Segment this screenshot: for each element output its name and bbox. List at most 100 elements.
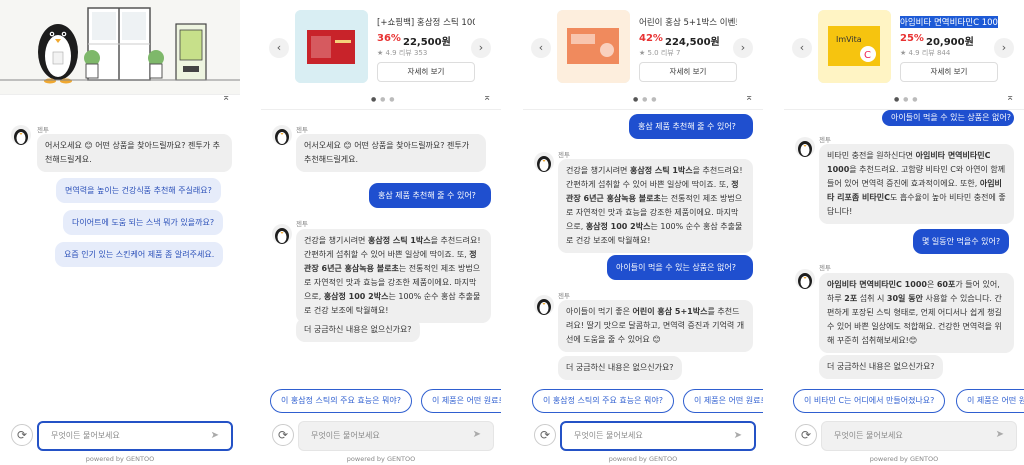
chip-question-2[interactable]: 이 제품은 어떤 원료로 만들어졌어?: [421, 389, 501, 413]
bot-name: 젠투: [296, 220, 308, 228]
bot-followup: 더 궁금하신 내용은 없으신가요?: [558, 356, 682, 380]
bot-avatar: [795, 137, 815, 157]
bot-answer-2: 아임비타 면역비타민C 1000은 60포가 들어 있어, 하루 2포 섭취 시…: [819, 273, 1014, 353]
product-discount: 42%: [639, 33, 663, 44]
carousel-dots: ● ● ●: [371, 96, 396, 103]
user-message: 아이들이 먹을 수 있는 상품은 없어?: [882, 110, 1014, 126]
bot-avatar: [11, 125, 31, 145]
product-discount: 36%: [377, 33, 401, 44]
hero-illustration: [0, 0, 240, 95]
refresh-icon[interactable]: ⟳: [534, 424, 556, 446]
bot-answer: 건강을 챙기시려면 홍삼정 스틱 1박스을 추천드려요! 간편하게 섭취할 수 …: [558, 159, 753, 253]
product-rating: ★ 4.9 리뷰 844: [900, 49, 951, 57]
bot-avatar: [272, 224, 292, 244]
product-rating: ★ 5.0 리뷰 7: [639, 49, 681, 57]
refresh-icon[interactable]: ⟳: [795, 424, 817, 446]
input-placeholder: 무엇이든 물어보세요: [51, 431, 120, 440]
product-title[interactable]: 어린이 홍삼 5+1박스 이벤트: [639, 16, 737, 28]
collapse-icon[interactable]: ⌅: [483, 92, 491, 103]
bot-avatar: [534, 295, 554, 315]
prev-arrow-icon[interactable]: ‹: [269, 38, 289, 58]
carousel-dots: ● ● ●: [894, 96, 919, 103]
product-title[interactable]: 아임비타 면역비타민C 1000 60포: [900, 16, 998, 28]
chat-panel-1: ⌅ 젠투 어서오세요 😊 어떤 상품을 찾아드릴까요? 젠투가 추천해드릴게요.…: [0, 0, 240, 465]
chat-panel-3: ‹ 어린이 홍삼 5+1박스 이벤트 42% 224,500원 ★ 5.0 리뷰…: [523, 0, 763, 465]
chip-question-1[interactable]: 이 비타민 C는 어디에서 만들어졌나요?: [793, 389, 946, 413]
user-message: 몇 일동안 먹을수 있어?: [913, 229, 1010, 254]
bot-name: 젠투: [819, 136, 831, 144]
bot-answer-2: 아이들이 먹기 좋은 어린이 홍삼 5+1박스를 추천드려요! 딸기 맛으로 달…: [558, 300, 753, 352]
product-image[interactable]: ImVita C: [818, 10, 891, 83]
user-message: 홍삼 제품 추천해 줄 수 있어?: [369, 183, 491, 208]
suggestion-1[interactable]: 면역력을 높이는 건강식품 추천해 주실래요?: [56, 178, 221, 203]
product-card: ‹ ImVitaC 아임비타 면역비타민C 1000 60포 25% 20,90…: [784, 0, 1024, 110]
penguin-store-illustration: [0, 0, 240, 94]
input-placeholder: 무엇이든 물어보세요: [574, 431, 643, 440]
carousel-dots: ● ● ●: [633, 96, 658, 103]
next-arrow-icon[interactable]: ›: [733, 38, 753, 58]
bot-answer: 건강을 챙기시려면 홍삼정 스틱 1박스을 추천드려요! 간편하게 섭취할 수 …: [296, 229, 491, 323]
powered-by: powered by GENTOO: [85, 455, 155, 463]
product-image[interactable]: [295, 10, 368, 83]
product-price: 224,500원: [665, 37, 720, 48]
bot-followup: 더 궁금하신 내용은 없으신가요?: [296, 318, 420, 342]
bot-name: 젠투: [37, 126, 49, 134]
detail-button[interactable]: 자세히 보기: [900, 62, 998, 82]
suggestion-2[interactable]: 다이어트에 도움 되는 스낵 뭐가 있을까요?: [63, 210, 224, 235]
bot-name: 젠투: [819, 264, 831, 272]
next-arrow-icon[interactable]: ›: [471, 38, 491, 58]
message-input[interactable]: 무엇이든 물어보세요 ➤: [821, 421, 1017, 451]
chip-question-1[interactable]: 이 홍삼정 스틱의 주요 효능은 뭐야?: [270, 389, 412, 413]
send-icon[interactable]: ➤: [734, 430, 742, 442]
message-input[interactable]: 무엇이든 물어보세요 ➤: [298, 421, 494, 451]
chip-question-2[interactable]: 이 제품은 어떤 원료로 만들어졌어?: [683, 389, 763, 413]
send-icon[interactable]: ➤: [211, 430, 219, 442]
prev-arrow-icon[interactable]: ‹: [792, 38, 812, 58]
product-price: 20,900원: [926, 37, 974, 48]
input-placeholder: 무엇이든 물어보세요: [311, 431, 380, 440]
collapse-icon[interactable]: ⌅: [222, 92, 230, 103]
collapse-icon[interactable]: ⌅: [745, 92, 753, 103]
product-rating: ★ 4.9 리뷰 353: [377, 49, 428, 57]
user-message: 아이들이 먹을 수 있는 상품은 없어?: [607, 255, 753, 280]
bot-name: 젠투: [558, 151, 570, 159]
send-icon[interactable]: ➤: [473, 429, 481, 441]
svg-text:C: C: [864, 50, 871, 61]
user-message: 홍삼 제품 추천해 줄 수 있어?: [629, 114, 753, 139]
chat-panel-2: ‹ [+쇼핑백] 홍삼정 스틱 100포 36% 22,500원 ★ 4.9 리…: [261, 0, 501, 465]
product-card: ‹ [+쇼핑백] 홍삼정 스틱 100포 36% 22,500원 ★ 4.9 리…: [261, 0, 501, 110]
detail-button[interactable]: 자세히 보기: [639, 62, 737, 82]
chip-question-2[interactable]: 이 제품은 어떤 원료로 만들어졌어?: [956, 389, 1024, 413]
product-title[interactable]: [+쇼핑백] 홍삼정 스틱 100포: [377, 16, 475, 28]
svg-text:ImVita: ImVita: [836, 35, 862, 44]
bot-followup: 더 궁금하신 내용은 없으신가요?: [819, 355, 943, 379]
next-arrow-icon[interactable]: ›: [994, 38, 1014, 58]
refresh-icon[interactable]: ⟳: [11, 424, 33, 446]
chip-question-1[interactable]: 이 홍삼정 스틱의 주요 효능은 뭐야?: [532, 389, 674, 413]
refresh-icon[interactable]: ⟳: [272, 424, 294, 446]
bot-name: 젠투: [558, 292, 570, 300]
powered-by: powered by GENTOO: [346, 455, 416, 463]
bot-avatar: [534, 152, 554, 172]
bot-answer: 비타민 충전을 원하신다면 아임비타 면역비타민C 1000을 추천드려요. 고…: [819, 144, 1014, 224]
product-image[interactable]: [557, 10, 630, 83]
message-input[interactable]: 무엇이든 물어보세요 ➤: [560, 421, 756, 451]
input-placeholder: 무엇이든 물어보세요: [834, 431, 903, 440]
detail-button[interactable]: 자세히 보기: [377, 62, 475, 82]
powered-by: powered by GENTOO: [869, 455, 939, 463]
powered-by: powered by GENTOO: [608, 455, 678, 463]
product-discount: 25%: [900, 33, 924, 44]
collapse-icon[interactable]: ⌅: [1006, 92, 1014, 103]
bot-name: 젠투: [296, 126, 308, 134]
prev-arrow-icon[interactable]: ‹: [531, 38, 551, 58]
bot-avatar: [795, 269, 815, 289]
product-card: ‹ 어린이 홍삼 5+1박스 이벤트 42% 224,500원 ★ 5.0 리뷰…: [523, 0, 763, 110]
message-input[interactable]: 무엇이든 물어보세요 ➤: [37, 421, 233, 451]
send-icon[interactable]: ➤: [996, 429, 1004, 441]
bot-avatar: [272, 125, 292, 145]
chat-panel-4: ‹ ImVitaC 아임비타 면역비타민C 1000 60포 25% 20,90…: [784, 0, 1024, 465]
product-price: 22,500원: [403, 37, 451, 48]
bot-greeting: 어서오세요 😊 어떤 상품을 찾아드릴까요? 젠투가 추천해드릴게요.: [296, 134, 486, 172]
bot-greeting: 어서오세요 😊 어떤 상품을 찾아드릴까요? 젠투가 추천해드릴게요.: [37, 134, 232, 172]
suggestion-3[interactable]: 요즘 인기 있는 스킨케어 제품 좀 알려주세요.: [55, 242, 224, 267]
